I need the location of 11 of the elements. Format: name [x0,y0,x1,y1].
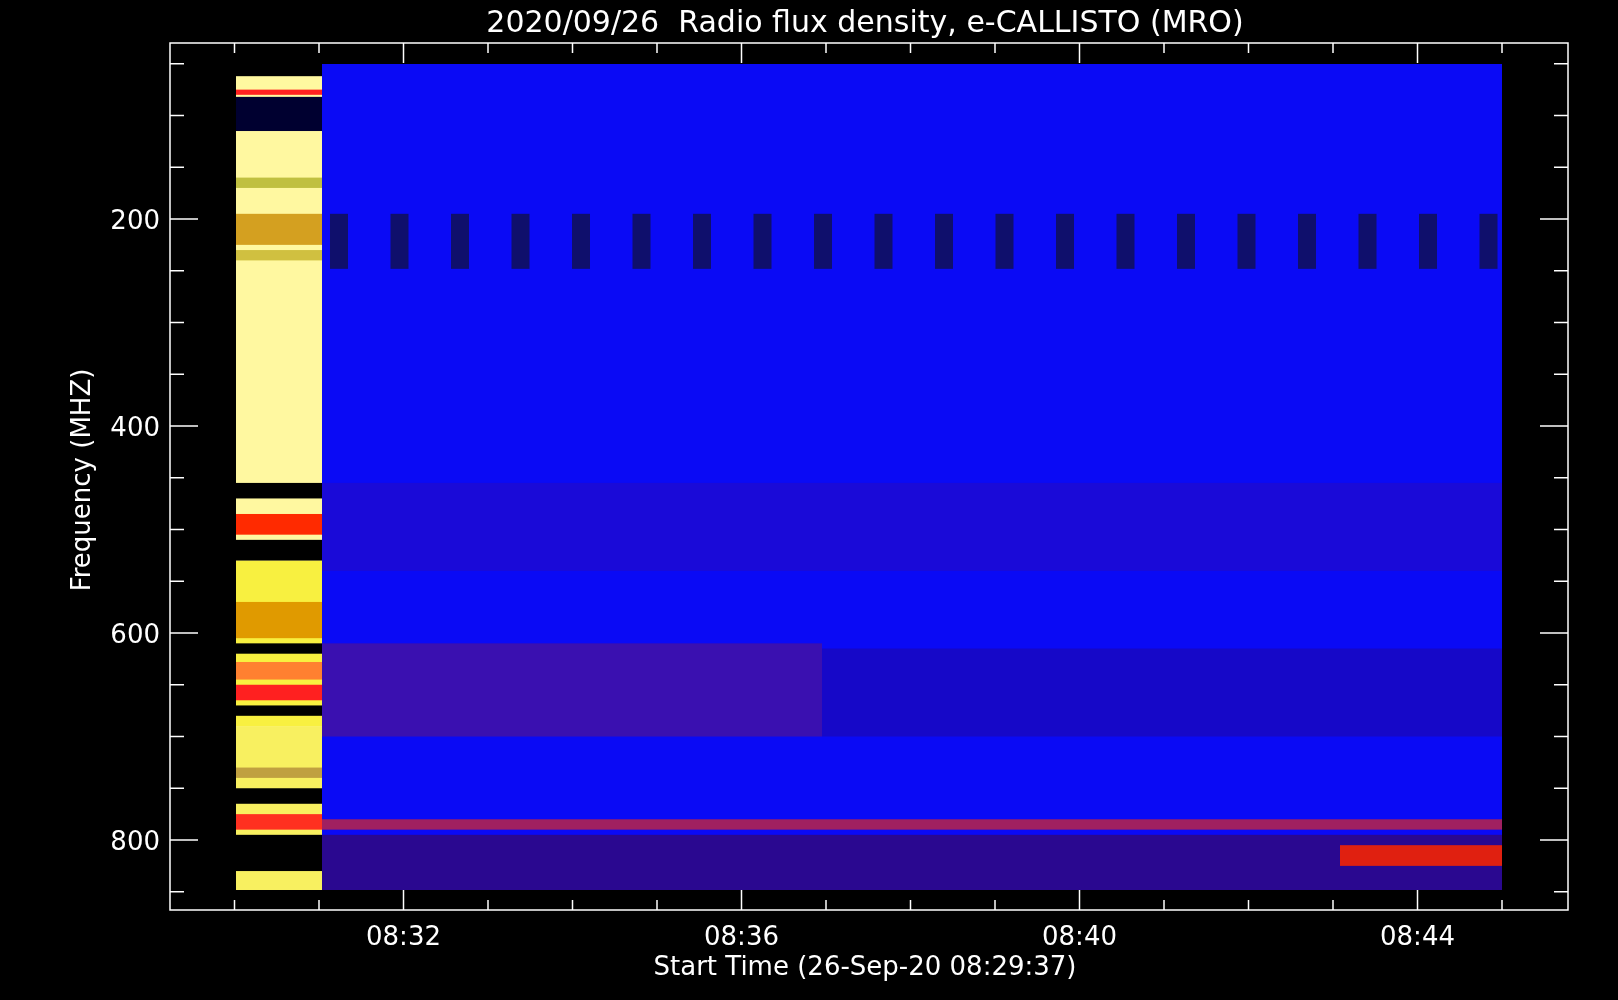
tick-label: 600 [110,619,160,649]
axis-title: Frequency (MHZ) [66,368,96,592]
tick-label: 08:32 [366,921,441,951]
tick-label: 08:44 [1380,921,1455,951]
tick-label: 800 [110,826,160,856]
tick-label: 200 [110,205,160,235]
tick-label: 08:40 [1042,921,1117,951]
chart-title: 2020/09/26 Radio flux density, e-CALLISTO (MRO) [486,4,1244,39]
axis-title: Start Time (26-Sep-20 08:29:37) [653,951,1077,981]
tick-label: 08:36 [704,921,779,951]
tick-label: 400 [110,412,160,442]
